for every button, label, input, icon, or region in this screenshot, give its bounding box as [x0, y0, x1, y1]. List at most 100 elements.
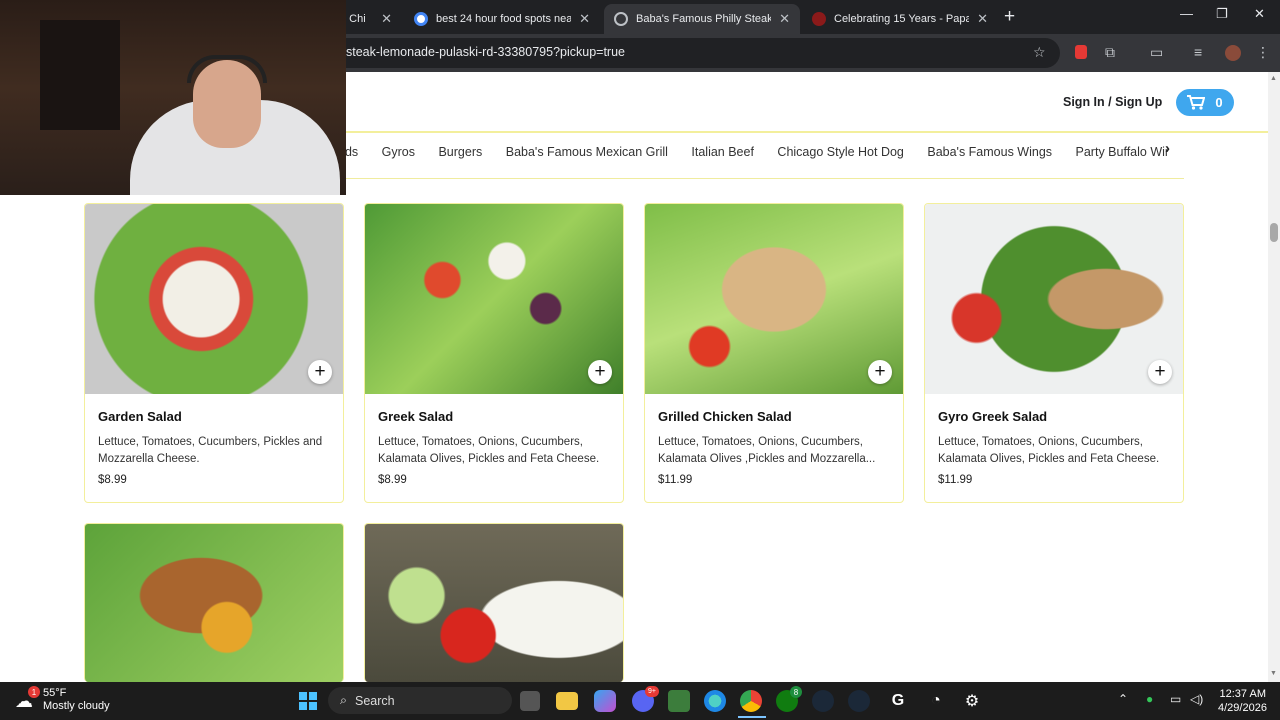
chevron-right-icon[interactable]: › [1165, 140, 1170, 157]
cast-icon[interactable]: ▭ [1150, 44, 1163, 61]
item-description: Lettuce, Tomatoes, Onions, Cucumbers, Ka… [938, 436, 1160, 465]
search-label: Search [355, 693, 395, 708]
menu-item-card[interactable]: + Grilled Chicken Salad Lettuce, Tomatoe… [644, 203, 904, 503]
item-name: Garden Salad [98, 409, 182, 424]
item-name: Greek Salad [378, 409, 454, 424]
xbox-badge: 8 [790, 686, 802, 698]
close-window-icon[interactable]: ✕ [1254, 6, 1265, 22]
app-g-icon[interactable]: G [886, 689, 910, 713]
clock[interactable]: 12:37 AM 4/29/2026 [1218, 687, 1267, 715]
clock-time: 12:37 AM [1219, 688, 1266, 700]
menu-item-card[interactable] [84, 523, 344, 682]
webcam-headset [187, 55, 267, 83]
item-price: $11.99 [658, 474, 693, 486]
bookmark-star-icon[interactable]: ☆ [1033, 44, 1046, 61]
new-tab-icon[interactable]: + [1004, 6, 1015, 28]
copilot-icon[interactable] [594, 690, 616, 712]
browser-tab-4[interactable]: Celebrating 15 Years - Papa Ray ✕ [802, 4, 998, 34]
divider [346, 178, 1184, 179]
tab-close-icon[interactable]: ✕ [779, 11, 790, 27]
media-icon[interactable]: ≡ [1194, 44, 1202, 60]
add-item-icon[interactable]: + [868, 360, 892, 384]
file-explorer-icon[interactable] [556, 692, 578, 710]
tray-overflow-icon[interactable]: ⌃ [1118, 692, 1128, 706]
add-item-icon[interactable]: + [588, 360, 612, 384]
minimize-icon[interactable]: — [1180, 6, 1193, 21]
taskbar-search[interactable]: ⌕ Search [328, 687, 512, 714]
item-description: Lettuce, Tomatoes, Onions, Cucumbers, Ka… [658, 436, 876, 465]
google-icon [414, 12, 428, 26]
category-item[interactable]: Baba's Famous Wings [927, 145, 1052, 159]
tab-title: Celebrating 15 Years - Papa Ray [834, 13, 970, 25]
category-item[interactable]: Burgers [438, 145, 482, 159]
app-circle-icon[interactable]: ◔ [924, 689, 948, 713]
category-item[interactable]: Italian Beef [691, 145, 754, 159]
category-item[interactable]: Baba's Famous Mexican Grill [506, 145, 668, 159]
chrome-icon[interactable] [740, 690, 762, 712]
search-icon: ⌕ [340, 693, 348, 707]
category-nav: ads Gyros Burgers Baba's Famous Mexican … [346, 145, 1168, 165]
gyro-greek-salad-image: + [925, 204, 1183, 394]
sign-in-link[interactable]: Sign In / Sign Up [1063, 95, 1162, 109]
app-icon[interactable] [668, 690, 690, 712]
category-item[interactable]: Party Buffalo Wings [1076, 145, 1168, 159]
greek-salad-image: + [365, 204, 623, 394]
cart-count: 0 [1215, 95, 1223, 110]
tab-close-icon[interactable]: ✕ [579, 11, 590, 27]
steam-icon-2[interactable] [848, 690, 870, 712]
weather-temp: 55°F [43, 687, 67, 699]
extensions-puzzle-icon[interactable]: ⧉ [1105, 44, 1115, 61]
menu-item-card[interactable]: + Gyro Greek Salad Lettuce, Tomatoes, On… [924, 203, 1184, 503]
weather-desc: Mostly cloudy [43, 700, 110, 712]
crispy-chicken-salad-image [85, 524, 343, 682]
tab-title: Baba's Famous Philly Steak & Le [636, 13, 772, 25]
menu-item-card[interactable]: + Greek Salad Lettuce, Tomatoes, Onions,… [364, 203, 624, 503]
item-description: Lettuce, Tomatoes, Cucumbers, Pickles an… [98, 436, 323, 465]
item-price: $8.99 [378, 474, 407, 486]
microphone-icon[interactable]: ● [1146, 692, 1153, 706]
menu-item-card[interactable]: + Garden Salad Lettuce, Tomatoes, Cucumb… [84, 203, 344, 503]
scroll-down-icon[interactable]: ▼ [1270, 670, 1277, 677]
grilled-chicken-salad-image: + [645, 204, 903, 394]
extension-red-icon[interactable] [1075, 45, 1087, 59]
menu-item-card[interactable] [364, 523, 624, 682]
restore-icon[interactable]: ❐ [1216, 6, 1228, 22]
settings-gear-icon[interactable]: ⚙ [960, 689, 984, 713]
item-price: $11.99 [938, 474, 973, 486]
tab-close-icon[interactable]: ✕ [381, 11, 392, 27]
browser-tab-2[interactable]: best 24 hour food spots near m ✕ [404, 4, 600, 34]
windows-start-icon[interactable] [296, 689, 320, 713]
weather-badge: 1 [28, 686, 40, 698]
tab-title: best 24 hour food spots near m [436, 13, 572, 25]
cart-icon [1187, 95, 1206, 110]
category-item[interactable]: ads [346, 145, 358, 159]
globe-icon [614, 12, 628, 26]
edge-icon[interactable] [704, 690, 726, 712]
profile-avatar[interactable] [1225, 45, 1241, 61]
active-app-indicator [738, 716, 766, 718]
weather-widget[interactable]: 55°F Mostly cloudy [43, 687, 110, 713]
add-item-icon[interactable]: + [308, 360, 332, 384]
tab-close-icon[interactable]: ✕ [977, 11, 988, 27]
scrollbar-thumb[interactable] [1270, 223, 1278, 242]
category-item[interactable]: Gyros [382, 145, 415, 159]
scroll-up-icon[interactable]: ▲ [1270, 75, 1277, 82]
url-text[interactable]: steak-lemonade-pulaski-rd-33380795?picku… [346, 45, 625, 59]
scrollbar[interactable] [1268, 72, 1280, 682]
papa-ray-icon [812, 12, 826, 26]
category-item[interactable]: Chicago Style Hot Dog [777, 145, 903, 159]
clock-date: 4/29/2026 [1218, 702, 1267, 714]
webcam-background [40, 20, 120, 130]
item-name: Grilled Chicken Salad [658, 409, 792, 424]
volume-icon[interactable]: ◁) [1190, 692, 1203, 706]
cart-button[interactable]: 0 [1176, 89, 1234, 116]
task-view-icon[interactable] [520, 691, 540, 711]
caprese-salad-image [365, 524, 623, 682]
browser-tab-3-active[interactable]: Baba's Famous Philly Steak & Le ✕ [604, 4, 800, 34]
add-item-icon[interactable]: + [1148, 360, 1172, 384]
steam-icon[interactable] [812, 690, 834, 712]
item-description: Lettuce, Tomatoes, Onions, Cucumbers, Ka… [378, 436, 600, 465]
network-icon[interactable]: ▭ [1170, 692, 1181, 706]
more-menu-icon[interactable]: ⋮ [1256, 44, 1270, 61]
garden-salad-image: + [85, 204, 343, 394]
